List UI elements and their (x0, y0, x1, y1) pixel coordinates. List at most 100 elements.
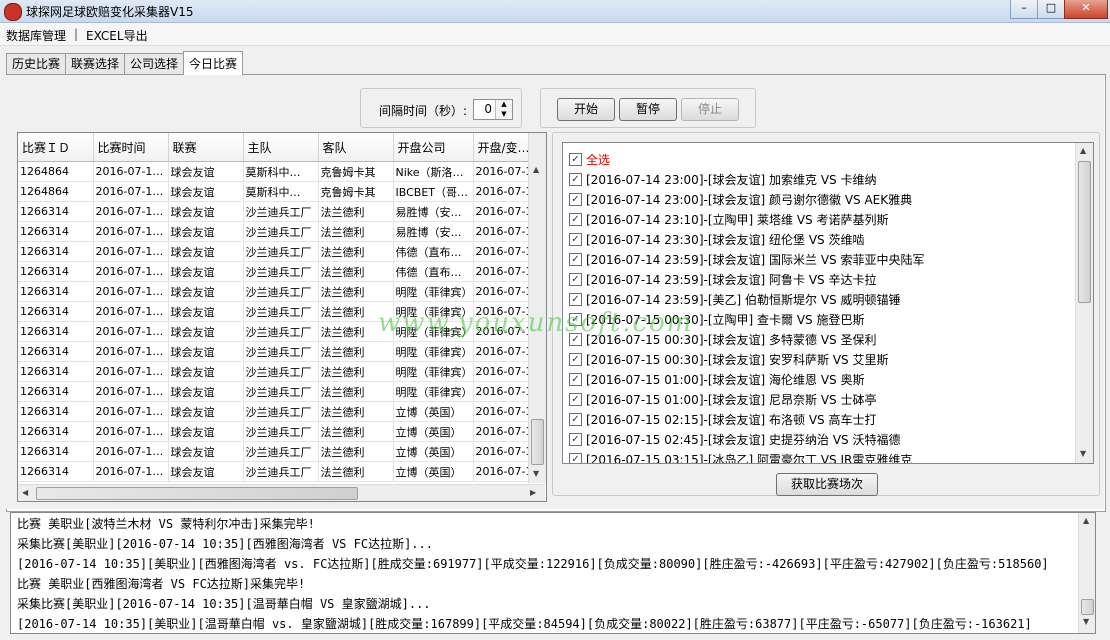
table-row[interactable]: 1266314 2016-07-1… 球会友谊 沙兰迪兵工厂 法兰德利 立博（英国） 201… (18, 421, 545, 442)
checkbox-checked-icon[interactable]: ✓ (569, 373, 582, 386)
table-cell: 沙兰迪兵工厂 (243, 281, 319, 302)
table-cell: 沙兰迪兵工厂 (243, 381, 319, 402)
interval-value[interactable]: 0 (484, 102, 492, 116)
table-row[interactable]: 1264864 2016-07-1… 球会友谊 莫斯科中… 克鲁姆卡其 IBCBET（哥…… (18, 181, 545, 202)
list-vertical-thumb[interactable] (1078, 161, 1091, 303)
checkbox-checked-icon[interactable]: ✓ (569, 173, 582, 186)
table-cell: 立博（英国） (393, 441, 474, 462)
tab-company[interactable]: 公司选择 (124, 53, 184, 75)
table-cell: 球会友谊 (168, 221, 244, 242)
table-row[interactable]: 1266314 2016-07-1… 球会友谊 沙兰迪兵工厂 法兰德利 明陞（菲律宾） 20… (18, 281, 545, 302)
table-cell: 2016-07-1… (93, 161, 169, 182)
scroll-left-icon[interactable]: ◀ (22, 488, 28, 497)
log-scroll-down-icon[interactable]: ▼ (1083, 617, 1089, 626)
table-cell: 1266314 (18, 441, 94, 462)
table-cell: 2016-07-1… (93, 421, 169, 442)
grid-header-1[interactable]: 比赛时间 (93, 133, 169, 162)
grid-header-4[interactable]: 客队 (318, 133, 394, 162)
grid-vertical-thumb[interactable] (531, 419, 544, 465)
log-output[interactable]: 比赛 美职业[波特兰木材 VS 蒙特利尔冲击]采集完毕! 采集比赛[美职业][20… (10, 512, 1096, 634)
stop-button[interactable]: 停止 (681, 98, 739, 121)
menu-excel-export[interactable]: EXCEL导出 (86, 27, 148, 44)
tab-history[interactable]: 历史比赛 (6, 53, 66, 75)
checkbox-checked-icon[interactable]: ✓ (569, 273, 582, 286)
log-vertical-scrollbar[interactable]: ▲ ▼ (1078, 513, 1095, 633)
table-row[interactable]: 1266314 2016-07-1… 球会友谊 沙兰迪兵工厂 法兰德利 明陞（菲律宾） 20… (18, 381, 545, 402)
table-cell: 球会友谊 (168, 341, 244, 362)
table-cell: 1266314 (18, 321, 94, 342)
table-row[interactable]: 1266314 2016-07-1… 球会友谊 沙兰迪兵工厂 法兰德利 伟德（直布… 201… (18, 241, 545, 262)
list-item-label: [2016-07-14 23:59]-[球会友谊] 国际米兰 VS 索菲亚中央陆… (586, 253, 925, 267)
table-cell: 2016-07-1… (93, 261, 169, 282)
table-cell: 法兰德利 (318, 441, 394, 462)
table-row[interactable]: 1266314 2016-07-1… 球会友谊 沙兰迪兵工厂 法兰德利 易胜博（安… 201… (18, 221, 545, 242)
scroll-right-icon[interactable]: ▶ (530, 488, 536, 497)
log-line: 比赛 美职业[波特兰木材 VS 蒙特利尔冲击]采集完毕! (17, 517, 315, 531)
table-cell: 沙兰迪兵工厂 (243, 321, 319, 342)
table-row[interactable]: 1266314 2016-07-1… 球会友谊 沙兰迪兵工厂 法兰德利 立博（英国） 201… (18, 401, 545, 422)
table-cell: 法兰德利 (318, 261, 394, 282)
tab-league[interactable]: 联赛选择 (65, 53, 125, 75)
table-row[interactable]: 1266314 2016-07-1… 球会友谊 沙兰迪兵工厂 法兰德利 易胜博（安… 201… (18, 201, 545, 222)
checkbox-checked-icon[interactable]: ✓ (569, 253, 582, 266)
stepper-down-icon[interactable]: ▼ (496, 109, 512, 119)
grid-header-5[interactable]: 开盘公司 (393, 133, 474, 162)
checkbox-checked-icon[interactable]: ✓ (569, 233, 582, 246)
table-row[interactable]: 1266314 2016-07-1… 球会友谊 沙兰迪兵工厂 法兰德利 立博（英国） 201… (18, 461, 545, 482)
grid-header-0[interactable]: 比赛ＩＤ (18, 133, 94, 162)
table-cell: 明陞（菲律宾） (393, 281, 474, 302)
list-scroll-down-icon[interactable]: ▼ (1080, 449, 1086, 458)
list-item-label: [2016-07-15 01:00]-[球会友谊] 海伦维恩 VS 奥斯 (586, 373, 865, 387)
action-group: 开始 暂停 停止 (540, 88, 756, 128)
checkbox-checked-icon[interactable]: ✓ (569, 293, 582, 306)
grid-header-3[interactable]: 主队 (243, 133, 319, 162)
table-cell: 球会友谊 (168, 421, 244, 442)
scroll-down-icon[interactable]: ▼ (533, 469, 539, 478)
table-cell: 易胜博（安… (393, 221, 474, 242)
menu-database[interactable]: 数据库管理 (6, 27, 66, 44)
checkbox-checked-icon[interactable]: ✓ (569, 433, 582, 446)
title-bar: 球探网足球欧赔变化采集器V15 – □ ✕ (0, 0, 1110, 23)
table-row[interactable]: 1264864 2016-07-1… 球会友谊 莫斯科中… 克鲁姆卡其 Nike（斯洛… 2… (18, 161, 545, 182)
checkbox-checked-icon[interactable]: ✓ (569, 413, 582, 426)
checkbox-checked-icon[interactable]: ✓ (569, 393, 582, 406)
maximize-button[interactable]: □ (1037, 0, 1065, 19)
table-cell: 球会友谊 (168, 361, 244, 382)
list-vertical-scrollbar[interactable]: ▲ ▼ (1075, 143, 1093, 463)
checkbox-checked-icon[interactable]: ✓ (569, 193, 582, 206)
list-scroll-up-icon[interactable]: ▲ (1080, 146, 1086, 155)
start-button[interactable]: 开始 (557, 98, 615, 121)
tab-today[interactable]: 今日比赛 (183, 51, 243, 75)
minimize-button[interactable]: – (1010, 0, 1038, 19)
log-scroll-up-icon[interactable]: ▲ (1083, 516, 1089, 525)
list-item-label: [2016-07-14 23:10]-[立陶甲] 莱塔维 VS 考诺萨基列斯 (586, 213, 889, 227)
scroll-up-icon[interactable]: ▲ (533, 165, 539, 174)
fetch-matches-button[interactable]: 获取比赛场次 (776, 473, 878, 496)
table-cell: 沙兰迪兵工厂 (243, 461, 319, 482)
interval-label: 间隔时间（秒）: (379, 104, 468, 118)
log-vertical-thumb[interactable] (1081, 599, 1094, 615)
table-row[interactable]: 1266314 2016-07-1… 球会友谊 沙兰迪兵工厂 法兰德利 立博（英国） 201… (18, 441, 545, 462)
grid-horizontal-scrollbar[interactable]: ◀ ▶ (18, 484, 545, 501)
table-cell: 立博（英国） (393, 461, 474, 482)
table-cell: 立博（英国） (393, 401, 474, 422)
close-button[interactable]: ✕ (1064, 0, 1108, 19)
list-item-label: [2016-07-14 23:59]-[美乙] 伯勒恒斯堤尔 VS 威明顿锚锤 (586, 293, 901, 307)
checkbox-checked-icon[interactable]: ✓ (569, 153, 582, 166)
pause-button[interactable]: 暂停 (619, 98, 677, 121)
table-cell: 克鲁姆卡其 (318, 161, 394, 182)
grid-horizontal-thumb[interactable] (36, 487, 358, 500)
grid-header-2[interactable]: 联赛 (168, 133, 244, 162)
table-row[interactable]: 1266314 2016-07-1… 球会友谊 沙兰迪兵工厂 法兰德利 明陞（菲律宾） 20… (18, 341, 545, 362)
checkbox-checked-icon[interactable]: ✓ (569, 453, 582, 463)
table-cell: 1266314 (18, 281, 94, 302)
table-row[interactable]: 1266314 2016-07-1… 球会友谊 沙兰迪兵工厂 法兰德利 明陞（菲律宾） 20… (18, 361, 545, 382)
table-cell: 1266314 (18, 421, 94, 442)
checkbox-checked-icon[interactable]: ✓ (569, 213, 582, 226)
interval-stepper[interactable]: 0 ▲ ▼ (473, 99, 513, 120)
checkbox-checked-icon[interactable]: ✓ (569, 353, 582, 366)
table-cell: 1266314 (18, 241, 94, 262)
table-cell: 2016-07-1… (93, 181, 169, 202)
match-list[interactable]: ✓ 全选 ✓ [2016-07-14 23:00]-[球会友谊] 加索维克 VS … (562, 142, 1094, 464)
table-row[interactable]: 1266314 2016-07-1… 球会友谊 沙兰迪兵工厂 法兰德利 伟德（直布… 201… (18, 261, 545, 282)
